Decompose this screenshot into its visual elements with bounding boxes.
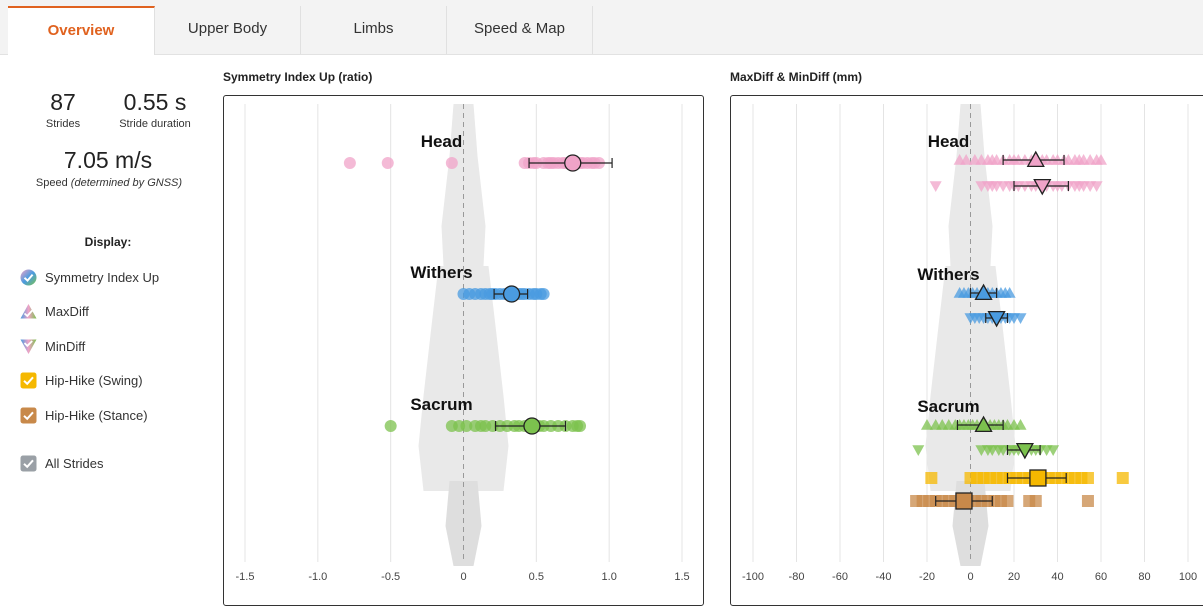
mean-marker (523, 417, 541, 435)
toggle-all-strides[interactable]: All Strides (20, 453, 104, 473)
toggle-symmetry-index-up[interactable]: Symmetry Index Up (20, 267, 159, 287)
maxdiff-chart-title: MaxDiff & MinDiff (mm) (730, 70, 862, 84)
speed-label-text: Speed (35, 177, 71, 189)
maxdiff-icon (20, 303, 37, 318)
speed-label-note: (determined by GNSS) (70, 177, 183, 189)
data-point (925, 472, 938, 484)
x-tick-label: -0.5 (381, 571, 400, 583)
x-tick-label: -40 (876, 571, 892, 583)
legend-label-hip-hike-swing: Hip-Hike (Swing) (45, 372, 143, 388)
data-point (384, 420, 397, 432)
stride-duration-value: 0.55 s (123, 89, 187, 115)
x-tick-label: -80 (789, 571, 805, 583)
display-title: Display: (84, 235, 132, 249)
x-tick-label: 60 (1095, 571, 1107, 583)
maxdiff-chart-svg: -100 -80 -60 -40 -20 0 20 40 60 80 100 Head Withers S… (742, 104, 1197, 583)
strides-value: 87 (50, 89, 76, 115)
group-label: Sacrum (410, 395, 472, 414)
toggle-hip-hike-swing[interactable]: Hip-Hike (Swing) (20, 370, 143, 390)
symmetry-chart: -1.5 -1.0 -0.5 0 0.5 1.0 1.5 Head Withers Sacrum (223, 95, 704, 606)
data-point (574, 420, 587, 432)
data-point (381, 157, 394, 169)
horse-silhouette (418, 104, 509, 566)
x-tick-label: 40 (1051, 571, 1063, 583)
tab-upper-body[interactable]: Upper Body (155, 6, 301, 54)
mean-marker (564, 154, 582, 172)
data-point (1081, 472, 1094, 484)
symmetry-index-icon (20, 269, 37, 285)
data-point (912, 445, 925, 456)
mean-marker (502, 285, 521, 303)
x-tick-label: 100 (1179, 571, 1197, 583)
legend-label-mindiff: MinDiff (45, 338, 86, 354)
data-point (1001, 495, 1014, 507)
legend-label-symmetry-index-up: Symmetry Index Up (45, 269, 160, 285)
mean-marker (1029, 469, 1047, 487)
x-tick-label: 20 (1008, 571, 1020, 583)
x-tick-label: 80 (1138, 571, 1150, 583)
series-group: Withers (917, 265, 1027, 328)
group-label: Withers (410, 263, 472, 282)
data-point (1081, 495, 1094, 507)
toggle-hip-hike-stance[interactable]: Hip-Hike (Stance) (20, 405, 148, 425)
speed-label: Speed (determined by GNSS) (14, 177, 204, 189)
data-point (1029, 495, 1042, 507)
series-group (910, 492, 1094, 510)
legend-label-all-strides: All Strides (45, 455, 104, 471)
symmetry-chart-title: Symmetry Index Up (ratio) (223, 70, 373, 84)
data-point (537, 288, 550, 300)
toggle-maxdiff[interactable]: MaxDiff (20, 301, 89, 321)
x-tick-label: -1.0 (308, 571, 327, 583)
data-point (1116, 472, 1129, 484)
x-tick-label: -1.5 (236, 571, 255, 583)
data-point (445, 157, 458, 169)
mindiff-icon (20, 339, 37, 354)
checkbox-yellow-icon (20, 372, 37, 388)
tab-bar: Overview Upper Body Limbs Speed & Map (0, 0, 1203, 55)
x-tick-label: -100 (742, 571, 764, 583)
data-point (929, 181, 942, 192)
x-tick-label: -60 (832, 571, 848, 583)
x-tick-label: 0.5 (529, 571, 544, 583)
legend-label-hip-hike-stance: Hip-Hike (Stance) (45, 407, 148, 423)
tab-speed-map[interactable]: Speed & Map (447, 6, 593, 54)
group-label: Head (928, 132, 970, 151)
tab-limbs[interactable]: Limbs (301, 6, 447, 54)
toggle-mindiff[interactable]: MinDiff (20, 336, 85, 356)
x-tick-label: 0 (967, 571, 973, 583)
legend-label-maxdiff: MaxDiff (45, 303, 89, 319)
mean-marker (955, 492, 973, 510)
checkbox-brown-icon (20, 407, 37, 423)
maxdiff-chart: -100 -80 -60 -40 -20 0 20 40 60 80 100 Head Withers S… (730, 95, 1203, 606)
checkbox-gray-icon (20, 455, 37, 471)
group-label: Head (421, 132, 463, 151)
x-tick-label: 1.5 (674, 571, 689, 583)
group-label: Sacrum (917, 397, 979, 416)
stride-duration-label: Stride duration (119, 118, 191, 130)
speed-value: 7.05 m/s (63, 147, 153, 173)
tab-overview[interactable]: Overview (8, 6, 155, 55)
group-label: Withers (917, 265, 979, 284)
strides-label: Strides (45, 118, 81, 130)
data-point (343, 157, 356, 169)
x-tick-label: 1.0 (602, 571, 617, 583)
symmetry-chart-svg: -1.5 -1.0 -0.5 0 0.5 1.0 1.5 Head Withers Sacrum (236, 104, 690, 583)
x-tick-label: -20 (919, 571, 935, 583)
x-tick-label: 0 (460, 571, 466, 583)
